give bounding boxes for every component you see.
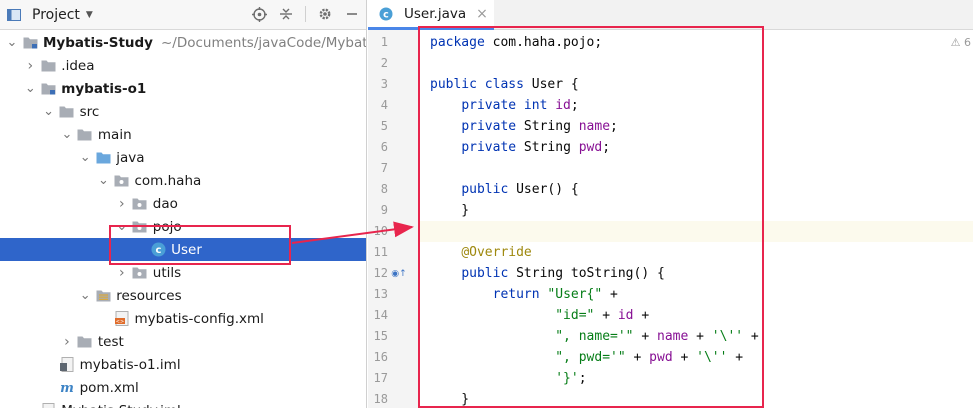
chevron-down-icon[interactable]: ⌄ <box>42 105 56 118</box>
line-number: 13 <box>373 287 388 301</box>
tree-item-label: mybatis-config.xml <box>134 310 264 327</box>
folder-icon <box>59 104 75 120</box>
svg-text:m: m <box>60 381 74 395</box>
tree-item-label: src <box>79 103 100 120</box>
folder-icon <box>40 58 56 74</box>
tree-item-label: com.haha <box>134 172 202 189</box>
tree-item-resources[interactable]: ⌄ resources <box>0 284 366 307</box>
tree-item-main[interactable]: ⌄ main <box>0 123 366 146</box>
collapse-all-icon[interactable] <box>278 6 294 22</box>
iml-file-icon <box>40 403 56 408</box>
tree-item-label: java <box>116 149 145 166</box>
project-path: ~/Documents/javaCode/Mybatis-Study <box>160 34 366 51</box>
chevron-down-icon[interactable]: ⌄ <box>78 151 92 164</box>
package-icon <box>114 173 130 189</box>
folder-icon <box>77 334 93 350</box>
project-panel-header: Project ▼ <box>0 0 366 30</box>
folder-icon <box>77 127 93 143</box>
maven-file-icon: m <box>59 380 75 396</box>
tree-highlight-box <box>109 225 291 265</box>
xml-file-icon: <> <box>114 311 130 327</box>
module-folder-icon <box>22 35 38 51</box>
code-highlight-box <box>418 26 764 408</box>
line-number: 16 <box>373 350 388 364</box>
line-number: 5 <box>380 119 388 133</box>
svg-text:c: c <box>383 9 389 20</box>
toolbar-divider <box>305 6 306 22</box>
line-number: 12 <box>373 266 388 280</box>
tree-item--idea[interactable]: › .idea <box>0 54 366 77</box>
chevron-down-icon[interactable]: ⌄ <box>78 289 92 302</box>
tree-item-dao[interactable]: › dao <box>0 192 366 215</box>
project-view-icon[interactable] <box>6 7 22 23</box>
tree-item-label: mybatis-o1.iml <box>79 356 181 373</box>
line-number: 11 <box>373 245 388 259</box>
tree-item-com-haha[interactable]: ⌄ com.haha <box>0 169 366 192</box>
line-number: 15 <box>373 329 388 343</box>
chevron-right-icon[interactable]: › <box>115 196 129 212</box>
tree-item-label: test <box>97 333 124 350</box>
tree-item-label: mybatis-o1 <box>61 80 147 97</box>
override-marker-icon[interactable]: ◉↑ <box>391 269 406 279</box>
tree-item-label: main <box>97 126 132 143</box>
tree-item-label: pom.xml <box>79 379 139 396</box>
line-number: 8 <box>380 182 388 196</box>
chevron-down-icon[interactable]: ⌄ <box>5 36 19 49</box>
editor-gutter: 123456789101112131415161718⊟⊟◉↑ <box>368 30 429 408</box>
project-panel-title[interactable]: Project <box>32 7 80 23</box>
tree-item-label: resources <box>116 287 182 304</box>
chevron-down-icon[interactable]: ⌄ <box>23 82 37 95</box>
line-number: 10 <box>373 224 388 238</box>
line-number: 17 <box>373 371 388 385</box>
gear-icon[interactable] <box>317 6 333 22</box>
package-icon <box>132 265 148 281</box>
tree-item-mybatis-study[interactable]: ⌄ Mybatis-Study ~/Documents/javaCode/Mybat… <box>0 31 366 54</box>
iml-file-icon <box>59 357 75 373</box>
locate-target-icon[interactable] <box>251 6 267 22</box>
line-number: 3 <box>380 77 388 91</box>
tree-item-mybatis-config-xml[interactable]: <> mybatis-config.xml <box>0 307 366 330</box>
tree-item-java[interactable]: ⌄ java <box>0 146 366 169</box>
tree-item-src[interactable]: ⌄ src <box>0 100 366 123</box>
resources-folder-icon <box>95 288 111 304</box>
chevron-down-icon[interactable]: ⌄ <box>60 128 74 141</box>
line-number: 1 <box>380 35 388 49</box>
minimize-icon[interactable] <box>344 6 360 22</box>
tree-item-label: dao <box>152 195 178 212</box>
close-tab-icon[interactable]: × <box>476 6 488 22</box>
line-number: 9 <box>380 203 388 217</box>
tree-item-test[interactable]: › test <box>0 330 366 353</box>
class-icon: c <box>378 6 394 22</box>
tree-item-pom-xml[interactable]: m pom.xml <box>0 376 366 399</box>
chevron-right-icon[interactable]: › <box>115 265 129 281</box>
line-number: 7 <box>380 161 388 175</box>
tab-label: User.java <box>404 5 467 22</box>
tree-item-label: utils <box>152 264 182 281</box>
chevron-right-icon[interactable]: › <box>60 334 74 350</box>
tree-item-label: .idea <box>61 57 95 74</box>
tree-item-mybatis-o1-iml[interactable]: mybatis-o1.iml <box>0 353 366 376</box>
line-number: 18 <box>373 392 388 406</box>
tree-item-mybatis-o1[interactable]: ⌄ mybatis-o1 <box>0 77 366 100</box>
source-folder-icon <box>95 150 111 166</box>
tree-item-mybatis-study-iml[interactable]: Mybatis-Study.iml <box>0 399 366 408</box>
package-icon <box>132 196 148 212</box>
chevron-right-icon[interactable]: › <box>23 58 37 74</box>
module-folder-icon <box>40 81 56 97</box>
project-tree: ⌄ Mybatis-Study ~/Documents/javaCode/Mybat… <box>0 31 366 408</box>
tree-item-label: Mybatis-Study.iml <box>61 403 180 408</box>
chevron-down-icon[interactable]: ▼ <box>86 10 93 20</box>
line-number: 2 <box>380 56 388 70</box>
line-number: 4 <box>380 98 388 112</box>
panel-toolbar <box>251 6 360 22</box>
line-number: 6 <box>380 140 388 154</box>
tree-item-label: Mybatis-Study <box>43 34 153 51</box>
svg-text:<>: <> <box>115 319 123 325</box>
chevron-down-icon[interactable]: ⌄ <box>97 174 111 187</box>
project-panel: Project ▼ ⌄ Mybatis-Study ~/Documents/java… <box>0 0 367 408</box>
line-number: 14 <box>373 308 388 322</box>
